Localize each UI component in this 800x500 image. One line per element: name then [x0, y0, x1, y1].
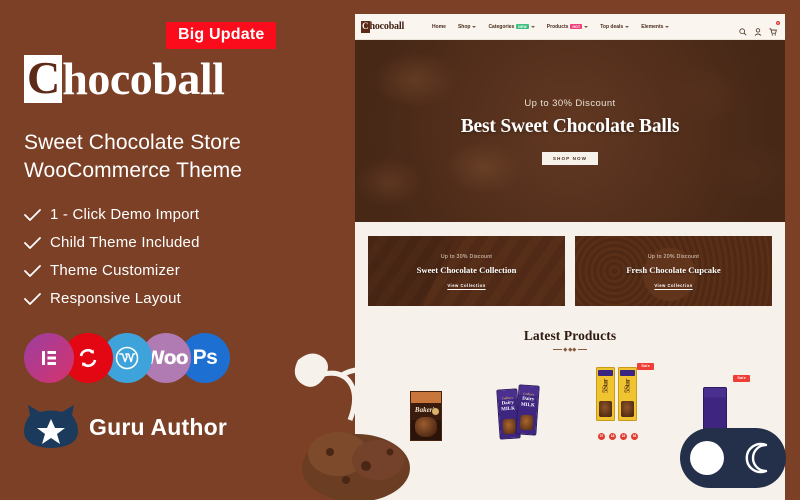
countdown-cell: 53 — [630, 431, 639, 441]
cart-count-badge: 0 — [775, 20, 780, 25]
promo-card-sweet-collection[interactable]: Up to 30% Discount Sweet Chocolate Colle… — [368, 236, 565, 306]
feature-item: Child Theme Included — [24, 234, 331, 251]
promo-card-subtitle: Up to 20% Discount — [647, 254, 700, 260]
nav-label: Elements — [641, 23, 664, 30]
guru-author-label: Guru Author — [89, 413, 228, 440]
promo-card-fresh-cupcake[interactable]: Up to 20% Discount Fresh Chocolate Cupca… — [575, 236, 772, 306]
promo-card-subtitle: Up to 30% Discount — [440, 254, 493, 260]
product-image: 5Star 5Star — [581, 361, 655, 429]
hero-subtitle: Up to 30% Discount — [524, 97, 616, 109]
brand-initial: C — [24, 55, 63, 103]
guru-author-badge: Guru Author — [24, 405, 331, 449]
check-icon — [24, 237, 41, 249]
chevron-down-icon — [584, 25, 589, 28]
nav-label: Home — [432, 23, 446, 30]
chevron-down-icon — [625, 25, 630, 28]
sun-icon[interactable] — [689, 441, 724, 475]
cart-icon[interactable]: 0 — [769, 20, 780, 36]
feature-item: Responsive Layout — [24, 290, 331, 307]
product-card-five-star[interactable]: Sale 5Star 5Star 07 18 22 53 — [581, 361, 655, 441]
search-icon[interactable] — [739, 23, 747, 35]
nav-item-categories[interactable]: Categories NEW — [488, 23, 535, 30]
latest-products-section: Latest Products Baker's Cadbury Dairy MI… — [355, 306, 785, 441]
tagline-line-1: Sweet Chocolate Store — [24, 131, 241, 154]
site-nav: Home Shop Categories NEW Products HOT To… — [432, 23, 670, 30]
promo-card-title: Fresh Chocolate Cupcake — [626, 265, 721, 275]
hero-title: Best Sweet Chocolate Balls — [460, 115, 680, 137]
brand-name: hocoball — [62, 53, 225, 104]
promo-card-link[interactable]: View Collection — [447, 283, 485, 288]
tech-badge-row: Woo Ps — [24, 333, 331, 384]
nav-item-shop[interactable]: Shop — [458, 24, 477, 30]
nav-item-top-deals[interactable]: Top deals — [600, 23, 630, 30]
elementor-icon — [24, 333, 74, 384]
account-icon[interactable] — [754, 23, 762, 36]
sale-badge: Sale — [733, 374, 750, 382]
promo-panel: Big Update C hocoball Sweet Chocolate St… — [0, 0, 355, 500]
nav-item-elements[interactable]: Elements — [641, 23, 670, 30]
nav-label: Top deals — [600, 23, 624, 30]
feature-label: Theme Customizer — [50, 262, 180, 280]
feature-label: 1 - Click Demo Import — [50, 206, 200, 224]
product-image: Baker's — [389, 373, 463, 441]
sale-badge: Sale — [637, 362, 654, 370]
product-image: Cadbury Dairy MILK Cadbury Dairy MILK — [485, 373, 559, 441]
countdown-timer: 07 18 22 53 — [581, 431, 655, 441]
dark-mode-toggle[interactable] — [680, 428, 786, 488]
check-icon — [24, 209, 41, 221]
nav-badge-new: NEW — [516, 24, 529, 29]
feature-label: Responsive Layout — [50, 290, 181, 308]
promo-card-link[interactable]: View Collection — [654, 283, 692, 288]
feature-item: 1 - Click Demo Import — [24, 206, 331, 223]
countdown-cell: 18 — [608, 431, 617, 441]
site-logo-name: hocoball — [369, 21, 405, 32]
brand-logo: C hocoball — [24, 55, 331, 103]
nav-label: Products — [546, 23, 569, 30]
feature-label: Child Theme Included — [50, 234, 200, 252]
promo-tagline: Sweet Chocolate Store WooCommerce Theme — [24, 129, 331, 184]
site-logo[interactable]: C hocoball — [361, 20, 405, 33]
promo-card-title: Sweet Chocolate Collection — [416, 265, 517, 275]
countdown-cell: 22 — [619, 431, 628, 441]
check-icon — [24, 293, 41, 305]
hero-shop-now-button[interactable]: SHOP NOW — [541, 151, 599, 165]
section-divider — [355, 347, 785, 352]
moon-icon[interactable] — [743, 441, 777, 475]
feature-list: 1 - Click Demo Import Child Theme Includ… — [24, 206, 331, 307]
big-update-badge: Big Update — [166, 22, 277, 49]
nav-item-products[interactable]: Products HOT — [546, 23, 589, 30]
promo-card-strip: Up to 30% Discount Sweet Chocolate Colle… — [355, 222, 785, 306]
chevron-down-icon — [530, 25, 535, 28]
nav-badge-hot: HOT — [570, 24, 583, 29]
chevron-down-icon — [472, 25, 477, 28]
nav-label: Shop — [457, 23, 471, 30]
photoshop-label: Ps — [192, 346, 218, 370]
chevron-down-icon — [665, 25, 670, 28]
section-title: Latest Products — [523, 328, 617, 343]
header-icon-group: 0 — [739, 20, 780, 36]
feature-item: Theme Customizer — [24, 262, 331, 279]
site-header: C hocoball Home Shop Categories NEW Prod… — [355, 14, 785, 40]
site-logo-initial: C — [361, 20, 370, 33]
nav-label: Categories — [488, 23, 515, 30]
guru-cat-icon — [24, 405, 78, 449]
product-card-dairy-milk[interactable]: Cadbury Dairy MILK Cadbury Dairy MILK — [485, 373, 559, 441]
hero-banner: Up to 30% Discount Best Sweet Chocolate … — [355, 40, 785, 222]
tagline-line-2: WooCommerce Theme — [24, 158, 242, 182]
countdown-cell: 07 — [597, 431, 606, 441]
check-icon — [24, 265, 41, 277]
product-card-bakers[interactable]: Baker's — [389, 373, 463, 441]
nav-item-home[interactable]: Home — [432, 24, 446, 30]
